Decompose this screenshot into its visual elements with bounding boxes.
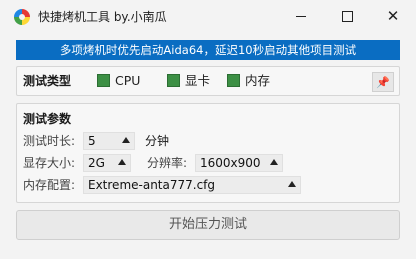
spin-up-icon[interactable] — [122, 137, 130, 143]
resolution-spinner[interactable]: 1600x900 — [195, 154, 283, 172]
minimize-icon — [296, 15, 306, 17]
duration-unit: 分钟 — [145, 134, 170, 148]
maximize-icon — [341, 10, 353, 22]
memory-checkbox-label[interactable]: 内存 — [245, 73, 270, 89]
memcfg-select[interactable]: Extreme-anta777.cfg — [83, 176, 301, 194]
title-bar: 快捷烤机工具 by.小南瓜 ✕ — [0, 0, 416, 34]
test-type-group: 测试类型 CPU 显卡 内存 📌 — [16, 66, 400, 96]
memcfg-label: 内存配置: — [23, 178, 76, 192]
resolution-value: 1600x900 — [200, 156, 261, 170]
resolution-label: 分辨率: — [147, 156, 188, 170]
info-banner: 多项烤机时优先启动Aida64，延迟10秒启动其他项目测试 — [16, 40, 400, 60]
duration-value: 5 — [88, 134, 96, 148]
duration-label: 测试时长: — [23, 134, 76, 148]
vram-value: 2G — [88, 156, 105, 170]
test-params-group: 测试参数 测试时长: 5 分钟 显存大小: 2G 分辨率: 1600x900 内… — [16, 103, 400, 203]
cpu-checkbox-label[interactable]: CPU — [115, 73, 140, 89]
gpu-checkbox[interactable] — [167, 74, 180, 87]
close-button[interactable]: ✕ — [370, 0, 416, 32]
dropdown-up-icon[interactable] — [288, 181, 296, 187]
spin-up-icon[interactable] — [270, 159, 278, 165]
gpu-checkbox-label[interactable]: 显卡 — [185, 73, 210, 89]
vram-label: 显存大小: — [23, 156, 76, 170]
vram-spinner[interactable]: 2G — [83, 154, 131, 172]
minimize-button[interactable] — [278, 0, 324, 32]
params-title: 测试参数 — [23, 112, 72, 126]
pin-button[interactable]: 📌 — [372, 72, 394, 92]
pin-icon: 📌 — [376, 75, 390, 89]
memory-checkbox[interactable] — [227, 74, 240, 87]
test-type-label: 测试类型 — [23, 74, 72, 88]
app-logo-icon — [14, 9, 30, 25]
close-icon: ✕ — [386, 6, 400, 25]
cpu-checkbox[interactable] — [97, 74, 110, 87]
spin-up-icon[interactable] — [118, 159, 126, 165]
duration-spinner[interactable]: 5 — [83, 132, 135, 150]
memcfg-value: Extreme-anta777.cfg — [88, 178, 216, 192]
maximize-button[interactable] — [324, 0, 370, 32]
window-title: 快捷烤机工具 by.小南瓜 — [38, 10, 167, 24]
start-stress-test-button[interactable]: 开始压力测试 — [16, 210, 400, 240]
